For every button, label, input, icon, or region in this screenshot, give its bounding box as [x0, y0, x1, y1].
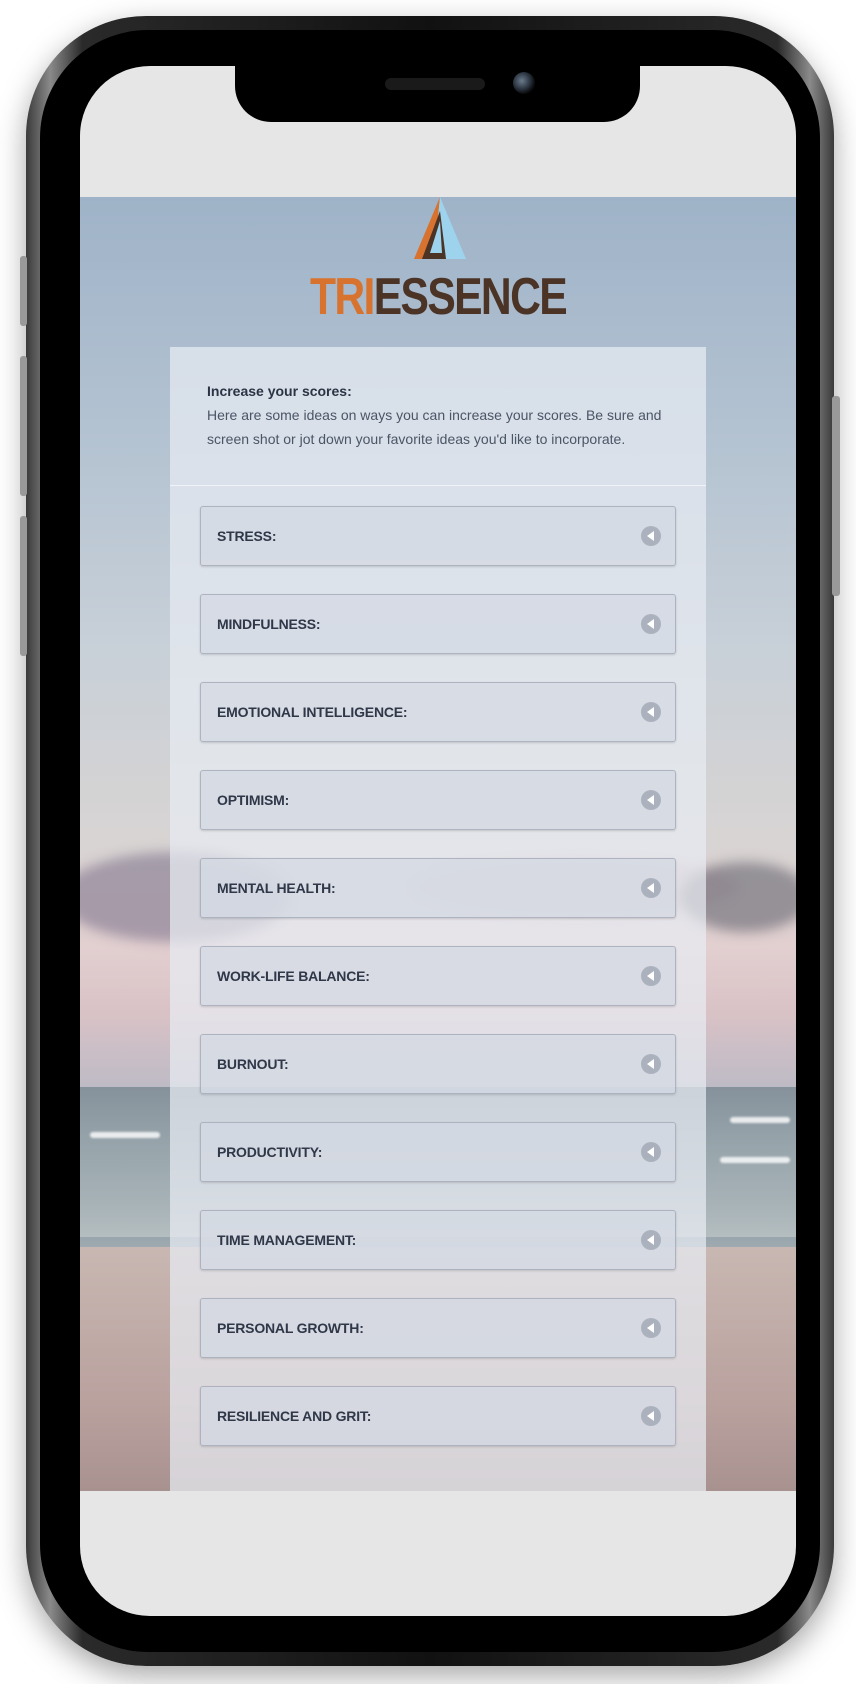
intro-title: Increase your scores:: [207, 383, 352, 399]
wave-foam: [720, 1157, 790, 1163]
chevron-left-icon[interactable]: [641, 702, 661, 722]
accordion-item-label: PRODUCTIVITY:: [217, 1144, 323, 1160]
accordion-item-label: OPTIMISM:: [217, 792, 290, 808]
accordion-item-mindfulness[interactable]: MINDFULNESS:: [200, 594, 676, 654]
brand-logo[interactable]: TRIESSENCE: [80, 197, 796, 327]
brand-wordmark: TRIESSENCE: [144, 267, 731, 327]
power-button: [832, 396, 840, 596]
speaker-grille: [385, 78, 485, 90]
chevron-left-icon[interactable]: [641, 878, 661, 898]
accordion-item-label: BURNOUT:: [217, 1056, 289, 1072]
chevron-left-icon[interactable]: [641, 614, 661, 634]
accordion-item-label: EMOTIONAL INTELLIGENCE:: [217, 704, 408, 720]
intro-section: Increase your scores: Here are some idea…: [170, 347, 706, 486]
accordion-item-productivity[interactable]: PRODUCTIVITY:: [200, 1122, 676, 1182]
accordion-item-label: MINDFULNESS:: [217, 616, 321, 632]
wave-foam: [90, 1132, 160, 1138]
chevron-left-icon[interactable]: [641, 1230, 661, 1250]
brand-wordmark-essence: ESSENCE: [373, 268, 568, 326]
accordion-item-burnout[interactable]: BURNOUT:: [200, 1034, 676, 1094]
accordion-item-mental-health[interactable]: MENTAL HEALTH:: [200, 858, 676, 918]
notch: [235, 66, 640, 122]
accordion-item-stress[interactable]: STRESS:: [200, 506, 676, 566]
accordion-item-emotional-intelligence[interactable]: EMOTIONAL INTELLIGENCE:: [200, 682, 676, 742]
camera-icon: [513, 72, 535, 94]
accordion-item-optimism[interactable]: OPTIMISM:: [200, 770, 676, 830]
accordion-item-work-life-balance[interactable]: WORK-LIFE BALANCE:: [200, 946, 676, 1006]
wave-foam: [730, 1117, 790, 1123]
web-page[interactable]: TRIESSENCE Increase your scores: Here ar…: [80, 197, 796, 1491]
accordion-item-label: TIME MANAGEMENT:: [217, 1232, 357, 1248]
intro-text: Here are some ideas on ways you can incr…: [207, 407, 662, 447]
brand-wordmark-tri: TRI: [309, 268, 375, 326]
accordion-item-label: RESILIENCE AND GRIT:: [217, 1408, 372, 1424]
chevron-left-icon[interactable]: [641, 1142, 661, 1162]
accordion-item-label: MENTAL HEALTH:: [217, 880, 336, 896]
phone-screen: TRIESSENCE Increase your scores: Here ar…: [80, 66, 796, 1616]
volume-up-button: [20, 356, 27, 496]
accordion-item-label: PERSONAL GROWTH:: [217, 1320, 364, 1336]
scores-card: Increase your scores: Here are some idea…: [170, 347, 706, 1491]
triangle-logo-icon: [414, 197, 466, 259]
accordion-item-label: WORK-LIFE BALANCE:: [217, 968, 370, 984]
mute-switch: [20, 256, 27, 326]
chevron-left-icon[interactable]: [641, 1054, 661, 1074]
volume-down-button: [20, 516, 27, 656]
chevron-left-icon[interactable]: [641, 526, 661, 546]
accordion-item-resilience-and-grit[interactable]: RESILIENCE AND GRIT:: [200, 1386, 676, 1446]
accordion-item-personal-growth[interactable]: PERSONAL GROWTH:: [200, 1298, 676, 1358]
chevron-left-icon[interactable]: [641, 1406, 661, 1426]
accordion-item-time-management[interactable]: TIME MANAGEMENT:: [200, 1210, 676, 1270]
accordion-item-label: STRESS:: [217, 528, 277, 544]
chevron-left-icon[interactable]: [641, 1318, 661, 1338]
chevron-left-icon[interactable]: [641, 790, 661, 810]
chevron-left-icon[interactable]: [641, 966, 661, 986]
